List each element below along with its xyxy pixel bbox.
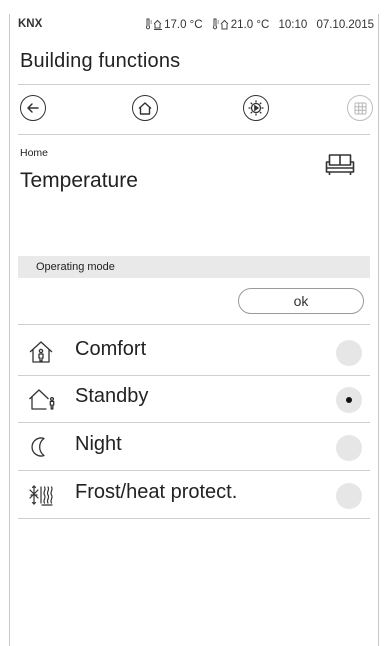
mode-option-frost-heat[interactable]: Frost/heat protect. (18, 475, 370, 513)
radio-selected-dot (346, 397, 352, 403)
sofa-icon (325, 154, 355, 175)
status-time: 10:10 (278, 19, 308, 31)
divider (18, 324, 370, 325)
comfort-house-icon (29, 341, 53, 363)
status-info: 17.0 °C 21.0 °C 10:10 07.10.2015 (139, 18, 374, 31)
radio-button[interactable] (336, 483, 362, 509)
divider (18, 422, 370, 423)
divider (18, 470, 370, 471)
frost-heat-icon (29, 485, 53, 506)
outdoor-temp-icon (146, 18, 163, 30)
section-header: Operating mode (18, 256, 370, 278)
standby-house-icon (29, 389, 55, 410)
divider (18, 375, 370, 376)
moon-icon (31, 437, 45, 457)
indoor-temp: 21.0 °C (212, 18, 273, 31)
back-arrow-icon (27, 103, 39, 113)
mode-label: Frost/heat protect. (75, 481, 238, 503)
radio-button[interactable] (336, 435, 362, 461)
home-button[interactable] (132, 95, 158, 121)
divider (18, 134, 370, 135)
divider (18, 518, 370, 519)
outdoor-temp: 17.0 °C (145, 18, 206, 31)
status-date: 07.10.2015 (316, 19, 374, 31)
ok-button[interactable]: ok (238, 288, 364, 314)
status-bar: KNX 17.0 °C 21.0 °C 10:10 07.10.2015 (18, 18, 374, 32)
mode-label: Comfort (75, 338, 147, 360)
app-frame (9, 14, 379, 646)
radio-button[interactable] (336, 340, 362, 366)
grid-button[interactable] (347, 95, 373, 121)
radio-button[interactable] (336, 387, 362, 413)
mode-option-comfort[interactable]: Comfort (18, 332, 370, 370)
breadcrumb[interactable]: Home (20, 147, 48, 159)
mode-option-night[interactable]: Night (18, 427, 370, 465)
settings-gear-icon (248, 100, 264, 116)
home-icon (138, 101, 152, 115)
mode-label: Night (75, 433, 122, 455)
app-name: KNX (18, 18, 43, 30)
mode-label: Standby (75, 385, 149, 407)
back-button[interactable] (20, 95, 46, 121)
mode-option-standby[interactable]: Standby (18, 379, 370, 417)
app-title: Building functions (20, 50, 181, 72)
page-title: Temperature (20, 169, 138, 192)
settings-button[interactable] (243, 95, 269, 121)
indoor-temp-icon (212, 18, 229, 30)
grid-icon (354, 102, 366, 114)
divider (18, 84, 370, 85)
